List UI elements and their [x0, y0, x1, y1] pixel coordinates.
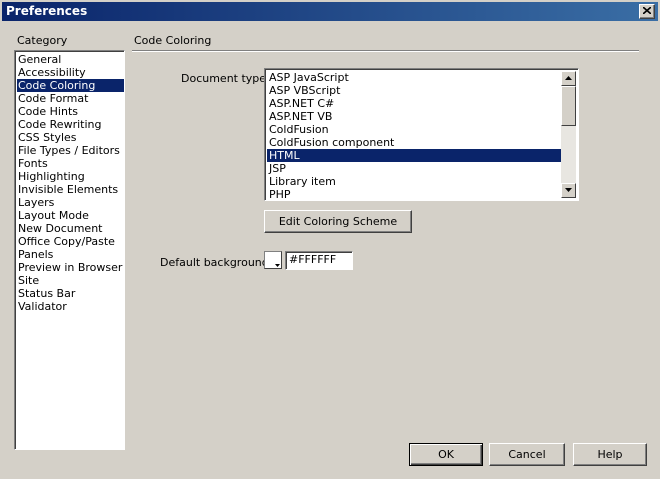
- window-title: Preferences: [6, 4, 88, 18]
- category-item[interactable]: Office Copy/Paste: [17, 235, 124, 248]
- document-type-scrollbar[interactable]: [561, 71, 576, 198]
- category-item[interactable]: Site: [17, 274, 124, 287]
- dropdown-arrow-icon: [275, 264, 280, 267]
- category-item[interactable]: CSS Styles: [17, 131, 124, 144]
- document-type-item[interactable]: Library item: [267, 175, 561, 188]
- category-item[interactable]: Validator: [17, 300, 124, 313]
- document-type-item[interactable]: JSP: [267, 162, 561, 175]
- edit-coloring-scheme-button[interactable]: Edit Coloring Scheme: [264, 210, 412, 233]
- category-item[interactable]: Preview in Browser: [17, 261, 124, 274]
- category-item[interactable]: Panels: [17, 248, 124, 261]
- background-color-swatch[interactable]: [264, 251, 282, 269]
- category-label: Category: [17, 34, 68, 47]
- category-item[interactable]: Invisible Elements: [17, 183, 124, 196]
- help-button[interactable]: Help: [573, 443, 647, 466]
- category-item[interactable]: File Types / Editors: [17, 144, 124, 157]
- category-item[interactable]: Fonts: [17, 157, 124, 170]
- title-bar: Preferences: [2, 2, 658, 21]
- category-list[interactable]: General Accessibility Code Coloring Code Fo…: [14, 50, 125, 450]
- document-type-item[interactable]: PHP: [267, 188, 561, 200]
- document-type-item[interactable]: ASP.NET C#: [267, 97, 561, 110]
- document-type-item[interactable]: ASP VBScript: [267, 84, 561, 97]
- category-item[interactable]: Code Format: [17, 92, 124, 105]
- category-item[interactable]: General: [17, 53, 124, 66]
- section-title: Code Coloring: [134, 34, 212, 47]
- category-item[interactable]: Code Hints: [17, 105, 124, 118]
- document-type-item[interactable]: ColdFusion component: [267, 136, 561, 149]
- close-button[interactable]: [639, 4, 655, 19]
- document-type-list[interactable]: PHP Library item JSP HTML ColdFusion compone…: [264, 68, 579, 201]
- background-hex-input[interactable]: #FFFFFF: [285, 251, 353, 270]
- preferences-dialog: Preferences Category General Accessibilit…: [0, 0, 660, 479]
- document-type-item[interactable]: ASP JavaScript: [267, 71, 561, 84]
- category-item[interactable]: Layout Mode: [17, 209, 124, 222]
- document-type-item[interactable]: ColdFusion: [267, 123, 561, 136]
- scroll-down-button[interactable]: [561, 183, 576, 198]
- category-item[interactable]: Code Coloring: [17, 79, 124, 92]
- scroll-down-arrow-icon: [565, 188, 572, 192]
- cancel-button[interactable]: Cancel: [489, 443, 565, 466]
- document-type-label: Document type:: [181, 72, 270, 85]
- close-icon: [643, 7, 651, 14]
- default-background-label: Default background:: [160, 256, 273, 269]
- category-item[interactable]: Accessibility: [17, 66, 124, 79]
- category-item[interactable]: Layers: [17, 196, 124, 209]
- section-divider: [132, 50, 639, 52]
- category-item[interactable]: Status Bar: [17, 287, 124, 300]
- category-item[interactable]: Code Rewriting: [17, 118, 124, 131]
- document-type-item[interactable]: ASP.NET VB: [267, 110, 561, 123]
- category-item[interactable]: New Document: [17, 222, 124, 235]
- document-type-item[interactable]: HTML: [267, 149, 561, 162]
- ok-button[interactable]: OK: [409, 443, 483, 466]
- scroll-up-button[interactable]: [561, 71, 576, 86]
- scroll-up-arrow-icon: [565, 76, 572, 80]
- scroll-thumb[interactable]: [561, 86, 576, 126]
- category-item[interactable]: Highlighting: [17, 170, 124, 183]
